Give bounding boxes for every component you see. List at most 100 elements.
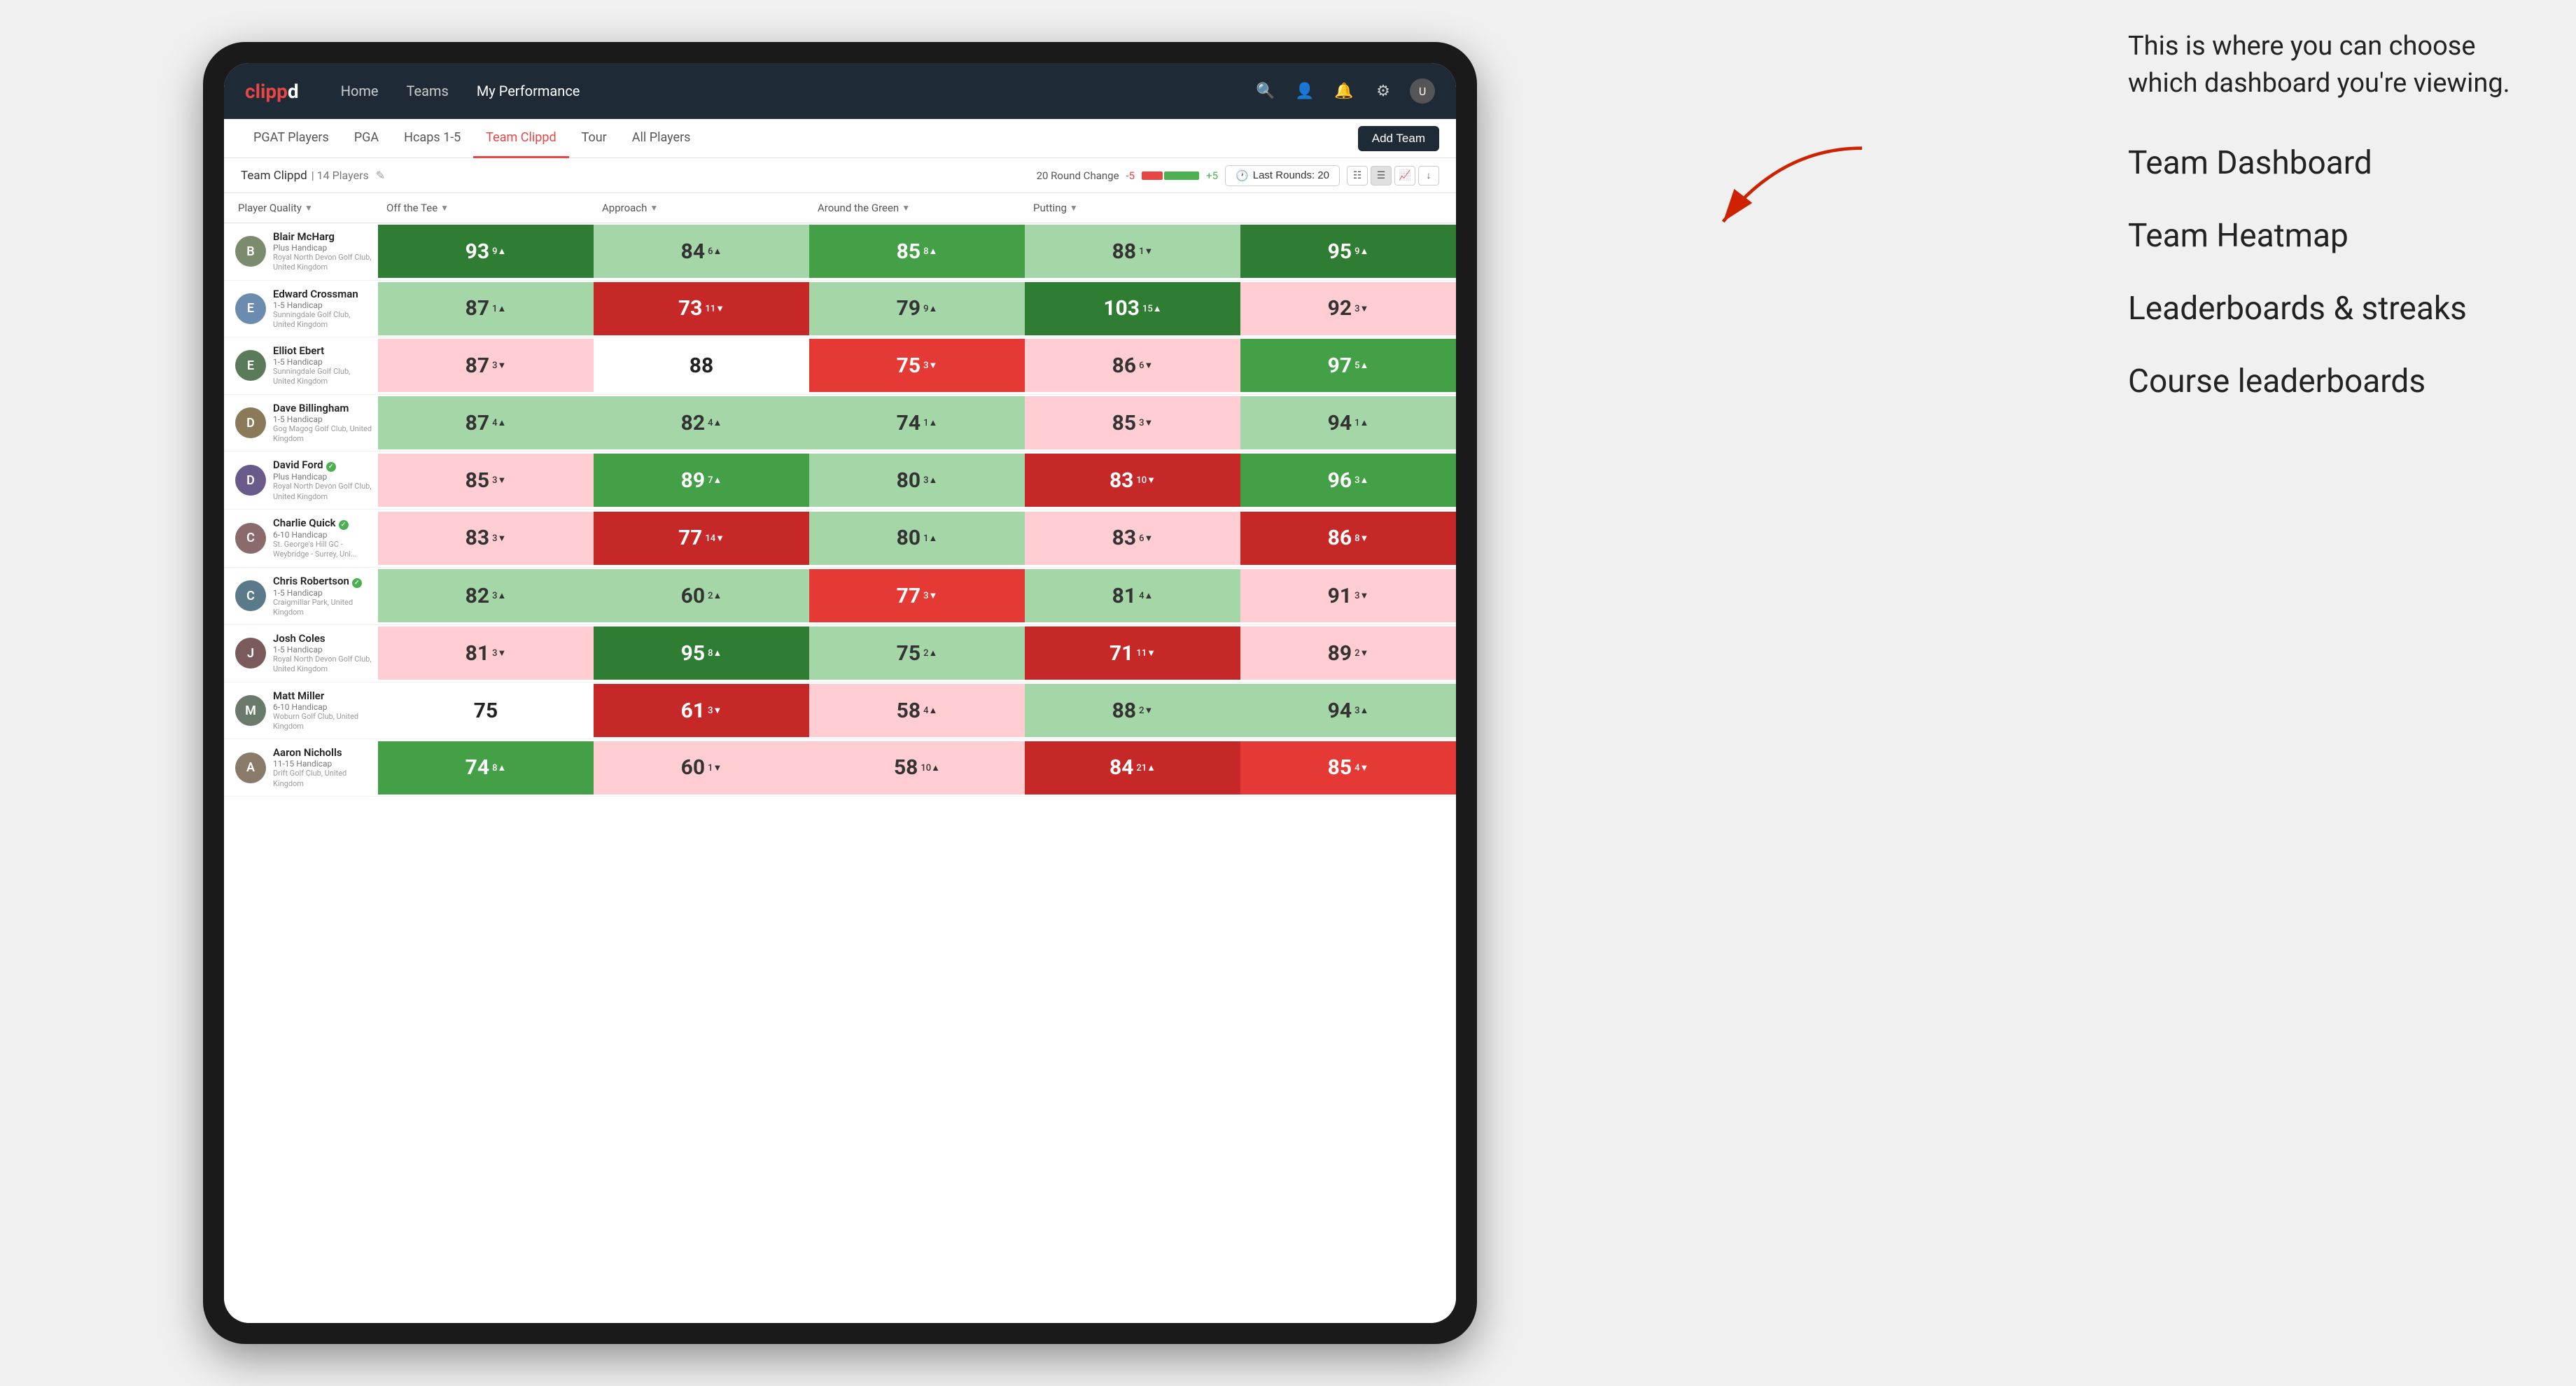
user-avatar[interactable]: U	[1410, 78, 1435, 104]
option-course-leaderboards: Course leaderboards	[2128, 363, 2534, 400]
nav-teams[interactable]: Teams	[393, 63, 463, 119]
table-row[interactable]: BBlair McHargPlus HandicapRoyal North De…	[224, 223, 1456, 281]
sub-nav-pgat[interactable]: PGAT Players	[241, 119, 342, 158]
score-change: 6▲	[708, 246, 722, 257]
score-cell: 868▼	[1240, 512, 1456, 565]
last-rounds-button[interactable]: 🕐 Last Rounds: 20	[1225, 165, 1340, 186]
score-change: 14▼	[705, 533, 724, 544]
score-value: 84	[1110, 755, 1133, 780]
score-value: 88	[690, 354, 713, 378]
verified-badge: ✓	[339, 520, 349, 530]
score-value: 95	[681, 641, 705, 666]
settings-icon[interactable]: ⚙	[1371, 78, 1396, 104]
list-view-button[interactable]: ☰	[1371, 166, 1392, 186]
col-around-green[interactable]: Around the Green ▼	[809, 199, 1025, 217]
nav-my-performance[interactable]: My Performance	[463, 63, 594, 119]
score-change: 1▲	[923, 417, 937, 428]
score-value: 85	[465, 468, 489, 493]
sub-nav-hcaps[interactable]: Hcaps 1-5	[391, 119, 473, 158]
sub-nav-all-players[interactable]: All Players	[620, 119, 704, 158]
score-value: 87	[465, 354, 489, 378]
score-cell: 602▲	[594, 569, 809, 622]
score-value: 86	[1328, 526, 1352, 550]
table-row[interactable]: AAaron Nicholls11-15 HandicapDrift Golf …	[224, 739, 1456, 797]
sub-nav-team-clippd[interactable]: Team Clippd	[473, 119, 568, 158]
score-cell: 752▲	[809, 626, 1025, 680]
grid-view-button[interactable]: ☷	[1347, 166, 1368, 186]
edit-team-icon[interactable]: ✎	[376, 169, 385, 182]
annotation-panel: This is where you can choose which dashb…	[2128, 28, 2534, 435]
chart-view-button[interactable]: 📈	[1394, 166, 1415, 186]
col-off-tee[interactable]: Off the Tee ▼	[378, 199, 594, 217]
player-name: Josh Coles	[273, 632, 372, 645]
column-headers: Player Quality ▼ Off the Tee ▼ Approach …	[224, 193, 1456, 223]
avatar: A	[235, 752, 266, 783]
add-team-button[interactable]: Add Team	[1358, 126, 1439, 151]
table-row[interactable]: DDave Billingham1-5 HandicapGog Magog Go…	[224, 395, 1456, 452]
user-icon[interactable]: 👤	[1292, 78, 1317, 104]
score-cell: 7311▼	[594, 282, 809, 335]
score-cell: 959▲	[1240, 225, 1456, 278]
score-value: 94	[1328, 699, 1352, 723]
score-cell: 823▲	[378, 569, 594, 622]
search-icon[interactable]: 🔍	[1253, 78, 1278, 104]
score-value: 77	[897, 584, 920, 608]
score-change: 3▲	[923, 475, 937, 486]
score-value: 81	[1112, 584, 1136, 608]
player-club: Gog Magog Golf Club, United Kingdom	[273, 424, 372, 444]
score-value: 83	[465, 526, 489, 550]
score-cell: 874▲	[378, 396, 594, 449]
sub-nav-pga[interactable]: PGA	[342, 119, 391, 158]
player-info-cell: CChris Robertson✓1-5 HandicapCraigmillar…	[224, 568, 378, 625]
score-change: 3▼	[1354, 590, 1368, 601]
score-cell: 913▼	[1240, 569, 1456, 622]
col-approach[interactable]: Approach ▼	[594, 199, 809, 217]
sort-arrow-around-green: ▼	[902, 203, 910, 213]
table-row[interactable]: CChris Robertson✓1-5 HandicapCraigmillar…	[224, 568, 1456, 626]
score-change: 3▲	[1354, 475, 1368, 486]
sort-arrow-putting: ▼	[1070, 203, 1078, 213]
score-change: 3▼	[923, 590, 937, 601]
col-player-quality[interactable]: Player Quality ▼	[224, 199, 378, 217]
download-button[interactable]: ↓	[1418, 166, 1439, 186]
change-pos-bar	[1164, 172, 1199, 180]
player-handicap: 6-10 Handicap	[273, 530, 372, 540]
table-row[interactable]: JJosh Coles1-5 HandicapRoyal North Devon…	[224, 625, 1456, 682]
bell-icon[interactable]: 🔔	[1331, 78, 1357, 104]
table-row[interactable]: CCharlie Quick✓6-10 HandicapSt. George's…	[224, 510, 1456, 568]
table-row[interactable]: DDavid Ford✓Plus HandicapRoyal North Dev…	[224, 451, 1456, 510]
score-value: 87	[465, 296, 489, 321]
avatar: M	[235, 695, 266, 726]
score-value: 84	[681, 239, 705, 264]
player-name: Blair McHarg	[273, 230, 372, 243]
player-handicap: Plus Handicap	[273, 472, 372, 482]
change-bar	[1142, 172, 1199, 180]
player-details: Chris Robertson✓1-5 HandicapCraigmillar …	[273, 575, 372, 618]
col-putting[interactable]: Putting ▼	[1025, 199, 1240, 217]
score-value: 85	[1112, 411, 1136, 435]
score-change: 3▼	[492, 648, 506, 659]
score-cell: 753▼	[809, 339, 1025, 392]
nav-home[interactable]: Home	[327, 63, 393, 119]
table-row[interactable]: MMatt Miller6-10 HandicapWoburn Golf Clu…	[224, 682, 1456, 740]
player-table: Player Quality ▼ Off the Tee ▼ Approach …	[224, 193, 1456, 1323]
team-count-label: | 14 Players	[312, 169, 369, 182]
sort-arrow-approach: ▼	[650, 203, 658, 213]
score-value: 88	[1112, 699, 1136, 723]
table-row[interactable]: EEdward Crossman1-5 HandicapSunningdale …	[224, 281, 1456, 338]
score-change: 6▼	[1139, 360, 1153, 371]
player-details: Elliot Ebert1-5 HandicapSunningdale Golf…	[273, 344, 372, 387]
score-value: 58	[894, 755, 918, 780]
score-change: 3▼	[923, 360, 937, 371]
player-name: Dave Billingham	[273, 402, 372, 414]
option-team-heatmap: Team Heatmap	[2128, 217, 2534, 255]
score-change: 3▼	[708, 705, 722, 716]
player-handicap: 1-5 Handicap	[273, 414, 372, 424]
nav-logo: clippd	[245, 80, 299, 103]
sort-arrow-player-quality: ▼	[304, 203, 313, 213]
table-row[interactable]: EElliot Ebert1-5 HandicapSunningdale Gol…	[224, 337, 1456, 395]
verified-badge: ✓	[326, 462, 336, 472]
player-details: David Ford✓Plus HandicapRoyal North Devo…	[273, 458, 372, 502]
player-details: Dave Billingham1-5 HandicapGog Magog Gol…	[273, 402, 372, 444]
sub-nav-tour[interactable]: Tour	[569, 119, 620, 158]
